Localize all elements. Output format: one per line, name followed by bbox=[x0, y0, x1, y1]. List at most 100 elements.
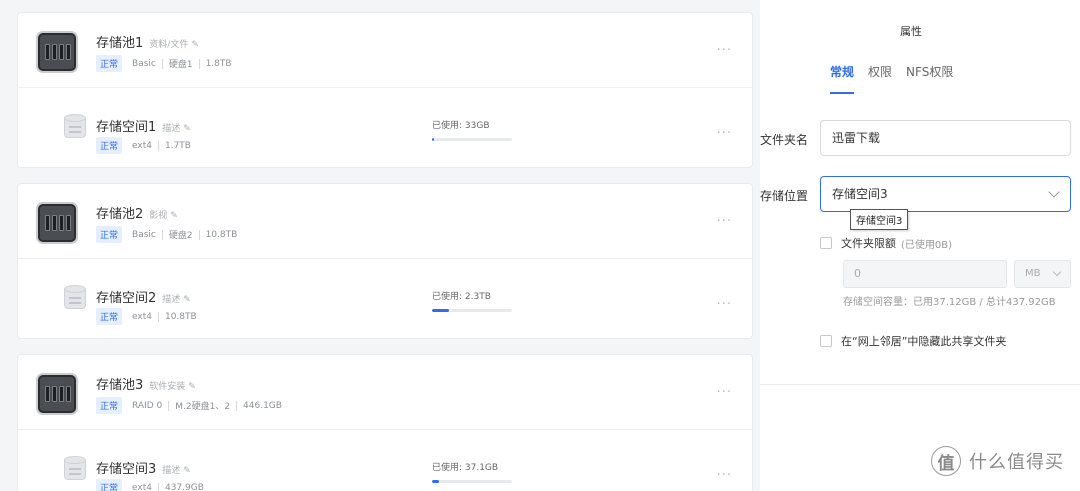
space-name: 存储空间2 bbox=[96, 291, 157, 306]
space-meta: 正常 ext4 10.8TB bbox=[96, 308, 197, 325]
nas-device-icon bbox=[36, 373, 78, 415]
panel-divider bbox=[760, 384, 1080, 385]
pool-type: RAID 0 bbox=[132, 400, 163, 411]
space-filesystem: ext4 bbox=[132, 482, 152, 491]
usage-bar bbox=[432, 309, 512, 312]
status-badge: 正常 bbox=[96, 226, 123, 243]
pool-description: 资料/文件 bbox=[149, 40, 189, 50]
pool-disks: 硬盘1 bbox=[168, 60, 193, 70]
more-options-icon[interactable]: ··· bbox=[717, 214, 732, 229]
status-badge: 正常 bbox=[96, 308, 123, 325]
location-tooltip: 存储空间3 bbox=[850, 209, 909, 230]
hide-share-checkbox[interactable] bbox=[820, 335, 832, 347]
edit-pencil-icon[interactable]: ✎ bbox=[183, 295, 191, 305]
location-label: 存储位置 bbox=[760, 189, 809, 203]
quota-input[interactable]: 0 bbox=[843, 260, 1007, 288]
pool-name: 存储池1 bbox=[96, 36, 144, 51]
pool-size: 446.1GB bbox=[243, 400, 282, 411]
pool-size: 10.8TB bbox=[205, 229, 238, 240]
space-size: 437.9GB bbox=[164, 482, 204, 491]
storage-disk-icon bbox=[64, 285, 86, 309]
edit-pencil-icon[interactable]: ✎ bbox=[188, 382, 196, 392]
space-name: 存储空间1 bbox=[96, 120, 157, 135]
pool-row: 存储池3 软件安装 ✎ 正常 RAID 0 M.2硬盘1、2 446.1GB ··· bbox=[18, 355, 752, 430]
pool-size: 1.8TB bbox=[205, 58, 232, 69]
panel-tabs: 常规 权限 NFS权限 bbox=[830, 63, 953, 94]
status-badge: 正常 bbox=[96, 397, 123, 414]
edit-pencil-icon[interactable]: ✎ bbox=[170, 211, 178, 221]
location-select-value: 存储空间3 bbox=[832, 187, 888, 201]
quota-unit-select[interactable]: MB bbox=[1014, 260, 1071, 288]
pool-disks: 硬盘2 bbox=[168, 231, 193, 241]
used-label: 已使用: 37.1GB bbox=[432, 463, 499, 473]
nas-device-icon bbox=[36, 31, 78, 73]
edit-pencil-icon[interactable]: ✎ bbox=[191, 40, 199, 50]
properties-panel: 属性 常规 权限 NFS权限 文件夹名 迅雷下载 存储位置 存储空间3 存储空间… bbox=[760, 0, 1080, 491]
panel-title: 属性 bbox=[900, 25, 922, 38]
pool-card: 存储池3 软件安装 ✎ 正常 RAID 0 M.2硬盘1、2 446.1GB ···… bbox=[17, 354, 753, 491]
usage-bar-fill bbox=[432, 480, 439, 483]
pool-description: 软件安装 bbox=[149, 382, 186, 392]
edit-pencil-icon[interactable]: ✎ bbox=[183, 124, 191, 134]
usage-bar bbox=[432, 480, 512, 483]
pool-type: Basic bbox=[132, 58, 156, 69]
space-size: 10.8TB bbox=[164, 311, 197, 322]
pool-meta: 正常 Basic 硬盘1 1.8TB bbox=[96, 55, 232, 72]
space-meta: 正常 ext4 437.9GB bbox=[96, 479, 204, 491]
hide-share-label: 在“网上邻居”中隐藏此共享文件夹 bbox=[841, 335, 1007, 348]
tab-nfs-permissions[interactable]: NFS权限 bbox=[906, 63, 953, 94]
status-badge: 正常 bbox=[96, 55, 123, 72]
pool-name: 存储池3 bbox=[96, 378, 144, 393]
storage-space-row: 存储空间2 描述 ✎ 正常 ext4 10.8TB 已使用: 2.3TB ··· bbox=[18, 260, 752, 340]
pool-card: 存储池2 影视 ✎ 正常 Basic 硬盘2 10.8TB ··· 存储空间2 描述 ✎… bbox=[17, 183, 753, 339]
more-options-icon[interactable]: ··· bbox=[717, 297, 732, 312]
watermark: 值 什么值得买 bbox=[931, 446, 1064, 476]
quota-checkbox-row[interactable]: 文件夹限额 (已使用0B) bbox=[820, 235, 952, 251]
chevron-down-icon bbox=[1048, 186, 1060, 198]
location-select[interactable]: 存储空间3 bbox=[820, 176, 1071, 212]
pool-name: 存储池2 bbox=[96, 207, 144, 222]
hide-share-checkbox-row[interactable]: 在“网上邻居”中隐藏此共享文件夹 bbox=[820, 333, 1006, 349]
pool-row: 存储池2 影视 ✎ 正常 Basic 硬盘2 10.8TB ··· bbox=[18, 184, 752, 259]
usage-bar-fill bbox=[432, 138, 434, 141]
pool-card: 存储池1 资料/文件 ✎ 正常 Basic 硬盘1 1.8TB ··· 存储空间1 描… bbox=[17, 12, 753, 168]
pool-meta: 正常 RAID 0 M.2硬盘1、2 446.1GB bbox=[96, 397, 282, 414]
space-filesystem: ext4 bbox=[132, 140, 152, 151]
space-description: 描述 bbox=[162, 466, 181, 476]
status-badge: 正常 bbox=[96, 137, 123, 154]
pool-meta: 正常 Basic 硬盘2 10.8TB bbox=[96, 226, 237, 243]
watermark-text: 什么值得买 bbox=[969, 452, 1064, 473]
quota-label: 文件夹限额 bbox=[841, 237, 896, 250]
storage-space-row: 存储空间1 描述 ✎ 正常 ext4 1.7TB 已使用: 33GB ··· bbox=[18, 89, 752, 169]
quota-unit-value: MB bbox=[1025, 268, 1041, 279]
storage-disk-icon bbox=[64, 114, 86, 138]
more-options-icon[interactable]: ··· bbox=[717, 43, 732, 58]
more-options-icon[interactable]: ··· bbox=[717, 126, 732, 141]
used-label: 已使用: 33GB bbox=[432, 121, 490, 131]
space-name: 存储空间3 bbox=[96, 462, 157, 477]
edit-pencil-icon[interactable]: ✎ bbox=[183, 466, 191, 476]
folder-name-label: 文件夹名 bbox=[760, 133, 809, 147]
chevron-down-icon bbox=[1052, 267, 1062, 277]
folder-name-input[interactable]: 迅雷下载 bbox=[820, 120, 1071, 156]
quota-used-note: (已使用0B) bbox=[901, 239, 953, 251]
capacity-info: 存储空间容量：已用37.12GB / 总计437.92GB bbox=[843, 297, 1056, 308]
quota-checkbox[interactable] bbox=[820, 237, 832, 249]
tab-permissions[interactable]: 权限 bbox=[868, 63, 892, 94]
nas-device-icon bbox=[36, 202, 78, 244]
storage-space-row: 存储空间3 描述 ✎ 正常 ext4 437.9GB 已使用: 37.1GB ··· bbox=[18, 431, 752, 491]
space-description: 描述 bbox=[162, 295, 181, 305]
watermark-logo-icon: 值 bbox=[931, 446, 961, 476]
space-filesystem: ext4 bbox=[132, 311, 152, 322]
storage-pool-list: 存储池1 资料/文件 ✎ 正常 Basic 硬盘1 1.8TB ··· 存储空间1 描… bbox=[0, 0, 760, 491]
status-badge: 正常 bbox=[96, 479, 123, 491]
more-options-icon[interactable]: ··· bbox=[717, 385, 732, 400]
pool-type: Basic bbox=[132, 229, 156, 240]
space-meta: 正常 ext4 1.7TB bbox=[96, 137, 191, 154]
usage-bar-fill bbox=[432, 309, 449, 312]
pool-disks: M.2硬盘1、2 bbox=[175, 402, 231, 412]
more-options-icon[interactable]: ··· bbox=[717, 468, 732, 483]
tab-general[interactable]: 常规 bbox=[830, 63, 855, 94]
pool-row: 存储池1 资料/文件 ✎ 正常 Basic 硬盘1 1.8TB ··· bbox=[18, 13, 752, 88]
usage-bar bbox=[432, 138, 512, 141]
